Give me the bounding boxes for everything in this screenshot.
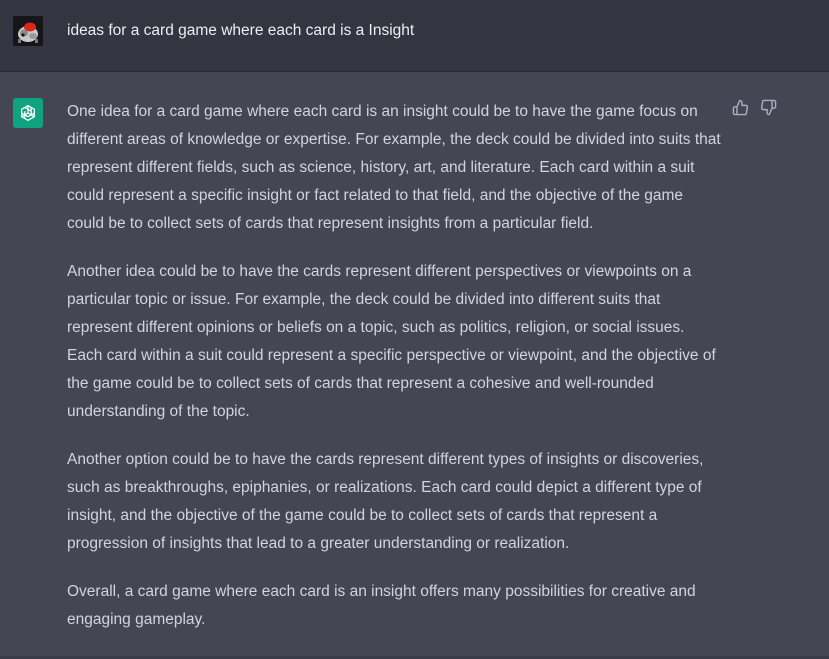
user-message-text: ideas for a card game where each card is… <box>67 22 415 39</box>
feedback-buttons <box>731 98 777 116</box>
user-avatar <box>13 16 43 46</box>
assistant-message-text: One idea for a card game where each card… <box>67 98 723 634</box>
answer-paragraph-2: Another idea could be to have the cards … <box>67 263 716 420</box>
thumbs-up-icon <box>732 99 748 115</box>
answer-paragraph-3: Another option could be to have the card… <box>67 451 704 552</box>
assistant-message-row: One idea for a card game where each card… <box>0 72 829 659</box>
user-avatar-image <box>13 16 43 46</box>
user-message-row: ideas for a card game where each card is… <box>0 0 829 72</box>
answer-paragraph-1: One idea for a card game where each card… <box>67 103 721 232</box>
answer-paragraph-4: Overall, a card game where each card is … <box>67 583 696 628</box>
thumbs-down-icon <box>760 99 776 115</box>
thumbs-up-button[interactable] <box>731 98 749 116</box>
openai-logo-icon <box>13 98 43 128</box>
thumbs-down-button[interactable] <box>759 98 777 116</box>
